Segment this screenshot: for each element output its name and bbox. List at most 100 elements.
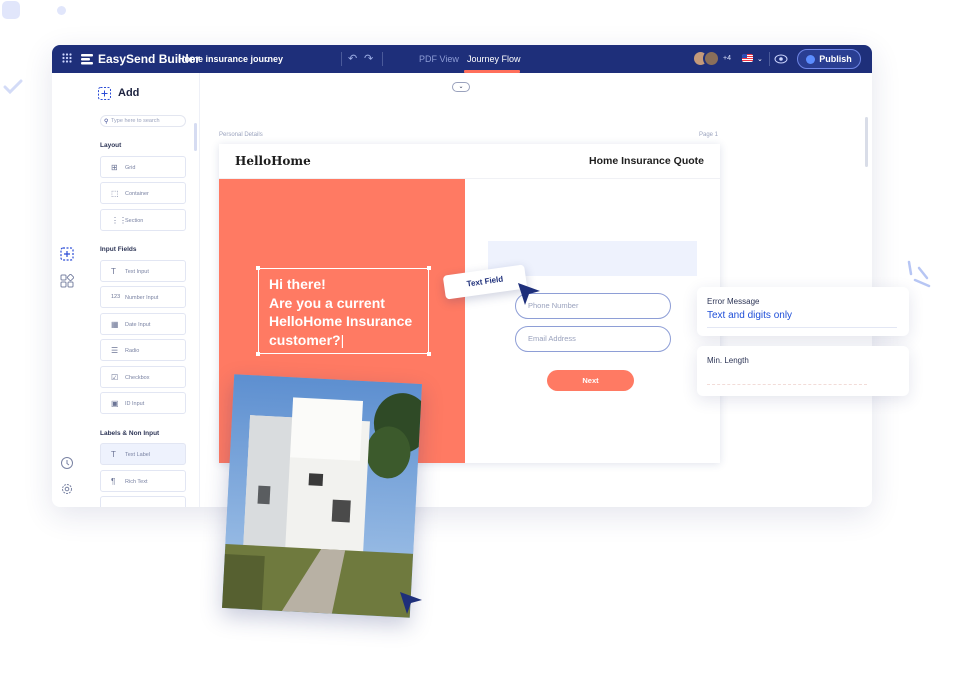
component-section[interactable]: ⋮⋮ Section	[100, 209, 186, 231]
history-icon[interactable]	[60, 456, 74, 470]
container-icon: ⬚	[111, 189, 119, 198]
error-message-value[interactable]: Text and digits only	[707, 310, 792, 321]
text-icon: T	[111, 450, 116, 459]
decor-check-icon	[3, 79, 23, 95]
avatar[interactable]	[703, 50, 720, 67]
undo-icon[interactable]: ↶	[348, 52, 357, 65]
component-label: Container	[125, 191, 149, 197]
resize-handle[interactable]	[427, 266, 431, 270]
decor-square	[2, 1, 20, 19]
component-label: Text Label	[125, 452, 151, 458]
publish-label: Publish	[819, 54, 852, 64]
add-component-icon[interactable]	[60, 247, 74, 261]
component-label: Grid	[125, 165, 136, 171]
tab-pdf-view[interactable]: PDF View	[419, 54, 459, 64]
add-panel: Add ⚲ Type here to search Layout ⊞ Grid ⬚…	[82, 73, 200, 507]
resize-handle[interactable]	[256, 352, 260, 356]
component-rich-text[interactable]: ¶ Rich Text	[100, 470, 186, 492]
section-label-labels: Labels & Non Input	[100, 430, 160, 437]
divider	[769, 52, 770, 66]
paragraph-icon: ¶	[111, 477, 116, 486]
panel-scrollbar[interactable]	[194, 123, 197, 151]
search-placeholder: Type here to search	[111, 118, 160, 124]
component-grid[interactable]: ⊞ Grid	[100, 156, 186, 178]
min-length-label: Min. Length	[707, 356, 749, 365]
grid-icon: ⊞	[111, 163, 118, 172]
component-checkbox[interactable]: ☑ Checkbox	[100, 366, 186, 388]
hellohome-logo: HelloHome	[235, 154, 311, 168]
cursor-arrow-icon	[518, 283, 540, 305]
component-number-input[interactable]: 123 Number Input	[100, 286, 186, 308]
greeting-text[interactable]: Hi there! Are you a current HelloHome In…	[269, 275, 439, 349]
decor-sparkle-icon	[907, 260, 931, 288]
page-number: Page 1	[699, 132, 719, 138]
active-tab-indicator	[464, 70, 520, 73]
component-date-input[interactable]: ▦ Date Input	[100, 313, 186, 335]
component-label: Section	[125, 218, 144, 224]
breadcrumb: Personal Details	[219, 132, 263, 138]
calendar-icon: ▦	[111, 320, 119, 329]
us-flag-icon[interactable]	[742, 54, 753, 62]
canvas-scrollbar[interactable]	[865, 117, 868, 167]
component-label: Number Input	[125, 295, 159, 301]
decor-dot	[57, 6, 66, 15]
error-message-card[interactable]: Error Message Text and digits only	[697, 287, 909, 336]
greeting-line: HelloHome Insurance	[269, 313, 413, 329]
search-icon: ⚲	[104, 119, 109, 125]
resize-handle[interactable]	[256, 266, 260, 270]
greeting-line: Are you a current	[269, 294, 385, 311]
chevron-down-icon[interactable]: ⌄	[264, 55, 271, 64]
next-button[interactable]: Next	[547, 370, 634, 391]
layers-icon[interactable]	[60, 274, 74, 288]
component-label: Date Input	[125, 322, 151, 328]
section-label-input-fields: Input Fields	[100, 246, 137, 253]
component-text-label[interactable]: T Text Label	[100, 443, 186, 465]
greeting-line-last: customer?|	[269, 331, 439, 350]
component-id-input[interactable]: ▣ ID Input	[100, 392, 186, 414]
greeting-line: customer?	[269, 331, 341, 348]
search-input[interactable]: ⚲ Type here to search	[100, 115, 186, 127]
component-container[interactable]: ⬚ Container	[100, 182, 186, 204]
id-icon: ▣	[111, 399, 119, 408]
form-title: Home Insurance Quote	[589, 155, 704, 167]
chevron-down-icon: ⌄	[458, 84, 464, 90]
collaborators-count: +4	[723, 55, 731, 62]
publish-button[interactable]: Publish	[797, 49, 861, 69]
add-icon	[98, 87, 111, 100]
divider	[382, 52, 383, 66]
easysend-logo-icon	[81, 54, 93, 65]
input-underline	[707, 327, 897, 328]
component-more[interactable]	[100, 496, 186, 507]
cursor-arrow-icon	[400, 592, 422, 614]
section-label-layout: Layout	[100, 142, 122, 149]
component-label: Rich Text	[125, 479, 148, 485]
tab-journey-flow[interactable]: Journey Flow	[467, 54, 521, 64]
component-text-input[interactable]: T Text Input	[100, 260, 186, 282]
settings-gear-icon[interactable]	[60, 482, 74, 496]
apps-grid-icon[interactable]	[62, 53, 72, 63]
divider	[341, 52, 342, 66]
component-label: ID Input	[125, 401, 145, 407]
component-radio[interactable]: ☰ Radio	[100, 339, 186, 361]
upload-icon	[806, 54, 816, 64]
greeting-line: Hi there!	[269, 276, 326, 292]
redo-icon[interactable]: ↷	[364, 52, 373, 65]
selected-text-block[interactable]: Hi there! Are you a current HelloHome In…	[256, 266, 431, 356]
min-length-card[interactable]: Min. Length	[697, 346, 909, 396]
component-label: Checkbox	[125, 375, 150, 381]
text-caret: |	[340, 331, 345, 348]
preview-eye-icon[interactable]	[774, 53, 788, 65]
checkbox-icon: ☑	[111, 373, 119, 382]
collapse-toolbar-button[interactable]: ⌄	[452, 82, 470, 92]
top-bar: EasySend Builder Home insurance journey …	[52, 45, 872, 73]
email-address-input[interactable]: Email Address	[515, 326, 671, 352]
error-message-label: Error Message	[707, 297, 760, 306]
resize-handle[interactable]	[427, 352, 431, 356]
house-photo-image	[222, 374, 422, 618]
input-underline	[707, 384, 867, 385]
house-photo	[222, 374, 422, 618]
chevron-down-icon[interactable]: ⌄	[757, 55, 763, 63]
component-label: Radio	[125, 348, 140, 354]
number-icon: 123	[111, 294, 121, 300]
component-label: Text Input	[125, 269, 149, 275]
